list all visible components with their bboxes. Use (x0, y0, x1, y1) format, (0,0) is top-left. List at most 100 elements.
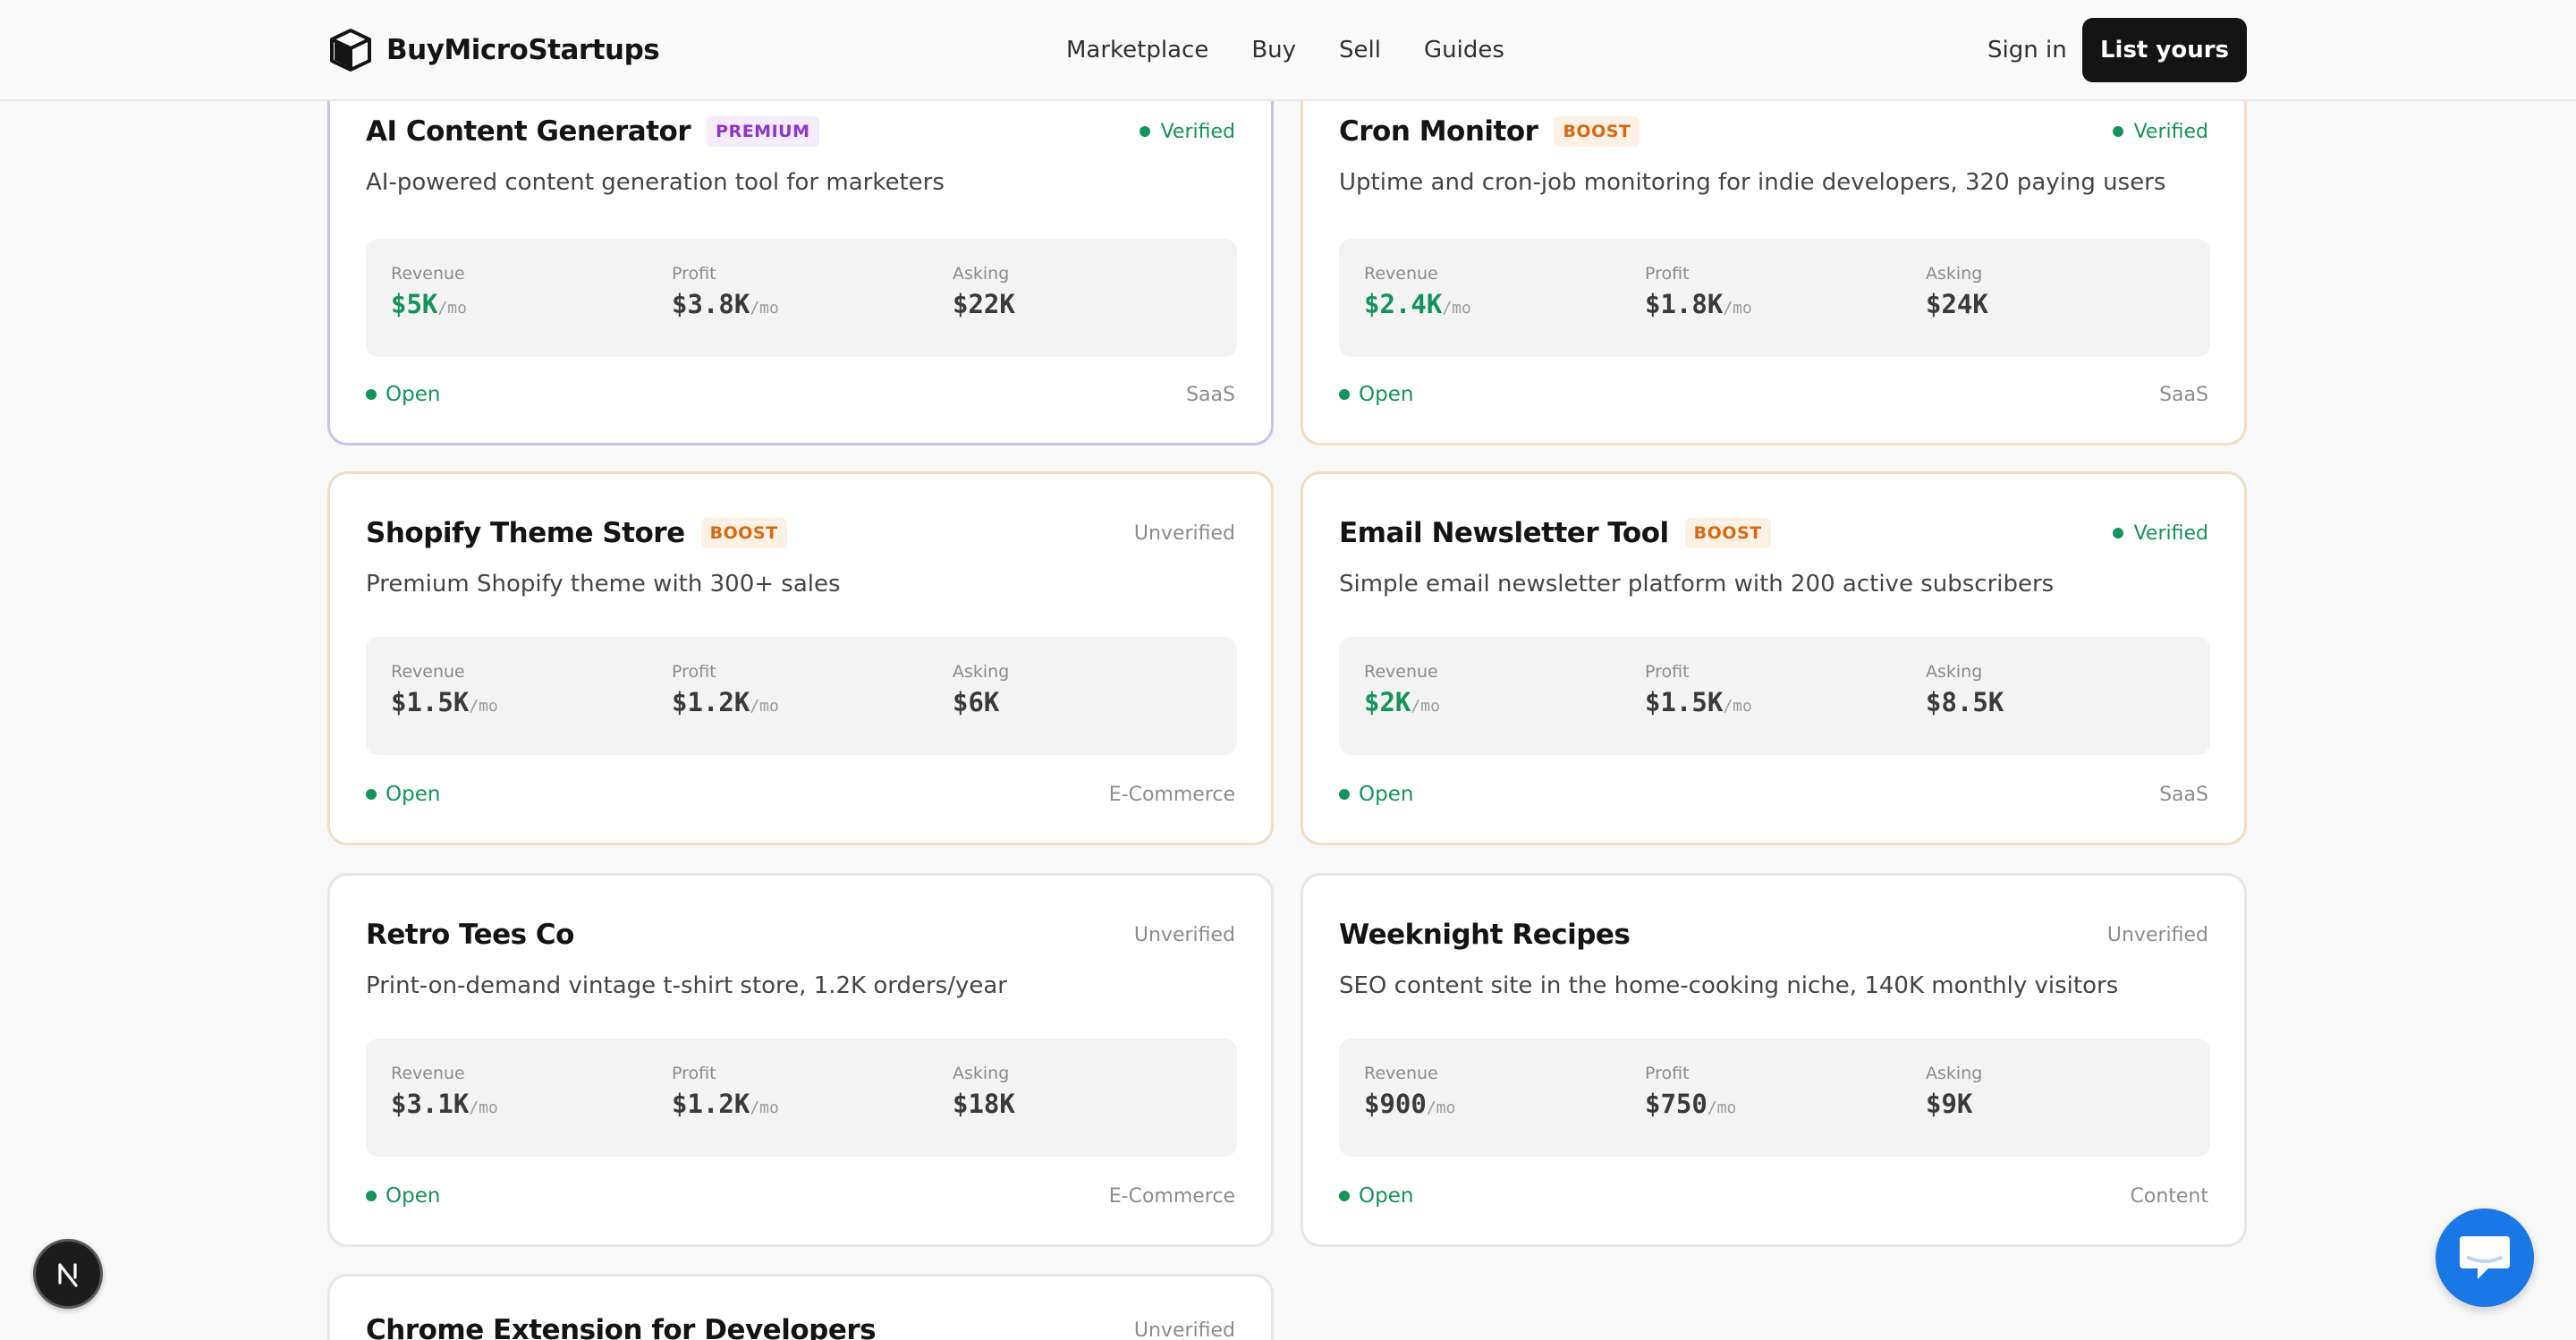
verified-status: Verified (1139, 121, 1235, 143)
revenue-label: Revenue (1364, 264, 1438, 284)
status-dot-icon (366, 389, 377, 400)
brand-link[interactable]: BuyMicroStartups (327, 27, 660, 73)
per-month-unit: /mo (1723, 697, 1752, 716)
asking-value: $24K (1926, 289, 1988, 319)
unverified-status: Unverified (2106, 923, 2208, 946)
chat-bubble-icon[interactable] (2436, 1209, 2534, 1307)
main-nav: Marketplace Buy Sell Guides (1066, 32, 1504, 68)
cube-logo-icon (330, 29, 371, 72)
profit-label: Profit (672, 1064, 716, 1083)
revenue-metric: Revenue $900/mo (1364, 1064, 1455, 1119)
revenue-label: Revenue (391, 264, 465, 284)
card-footer: Open SaaS (1339, 380, 2208, 409)
metrics-panel: Revenue $2K/mo Profit $1.5K/mo Asking $8… (1339, 637, 2210, 755)
premium-badge: PREMIUM (707, 116, 819, 147)
profit-amount: $1.8K (1645, 289, 1724, 319)
per-month-unit: /mo (469, 697, 498, 716)
revenue-value: $900/mo (1364, 1089, 1455, 1119)
revenue-label: Revenue (391, 1064, 465, 1083)
listing-title: Shopify Theme Store (366, 517, 685, 549)
asking-value: $6K (953, 687, 1000, 717)
revenue-amount: $1.5K (391, 687, 470, 717)
metrics-panel: Revenue $900/mo Profit $750/mo Asking $9… (1339, 1039, 2210, 1157)
listing-category: E-Commerce (1108, 783, 1235, 806)
card-header: Email Newsletter Tool BOOST Verified (1339, 515, 2208, 551)
listing-status: Open (1339, 383, 1413, 406)
listing-card[interactable]: AI Content Generator PREMIUM Verified AI… (327, 70, 1274, 445)
profit-label: Profit (672, 662, 716, 682)
profit-label: Profit (672, 264, 716, 284)
profit-metric: Profit $1.8K/mo (1645, 264, 1752, 319)
listing-card[interactable]: Cron Monitor BOOST Verified Uptime and c… (1301, 70, 2247, 445)
status-dot-icon (366, 789, 377, 800)
listing-card[interactable]: Chrome Extension for Developers Unverifi… (327, 1274, 1274, 1340)
asking-value: $9K (1926, 1089, 1973, 1119)
verified-label: Verified (2133, 522, 2208, 545)
nav-sell[interactable]: Sell (1339, 32, 1381, 68)
unverified-status: Unverified (1133, 923, 1235, 946)
card-header: Chrome Extension for Developers Unverifi… (366, 1312, 1235, 1340)
card-header: Cron Monitor BOOST Verified (1339, 114, 2208, 149)
asking-label: Asking (953, 264, 1010, 284)
profit-metric: Profit $750/mo (1645, 1064, 1736, 1119)
verified-dot-icon (1139, 126, 1150, 137)
listing-title: Weeknight Recipes (1339, 919, 1631, 951)
asking-label: Asking (1926, 264, 1983, 284)
listing-card[interactable]: Retro Tees Co Unverified Print-on-demand… (327, 873, 1274, 1247)
card-footer: Open SaaS (366, 380, 1235, 409)
asking-value: $18K (953, 1089, 1015, 1119)
per-month-unit: /mo (1707, 1098, 1737, 1117)
revenue-metric: Revenue $5K/mo (391, 264, 467, 319)
asking-metric: Asking $8.5K (1926, 662, 2004, 717)
site-header: BuyMicroStartups Marketplace Buy Sell Gu… (0, 0, 2576, 101)
per-month-unit: /mo (1442, 299, 1471, 318)
verified-dot-icon (2112, 528, 2123, 539)
card-footer: Open SaaS (1339, 780, 2208, 809)
chat-bubble-glyph-icon (2460, 1236, 2510, 1279)
listing-card[interactable]: Weeknight Recipes Unverified SEO content… (1301, 873, 2247, 1247)
metrics-panel: Revenue $2.4K/mo Profit $1.8K/mo Asking … (1339, 239, 2210, 357)
per-month-unit: /mo (437, 299, 467, 318)
profit-metric: Profit $3.8K/mo (672, 264, 779, 319)
sign-in-link[interactable]: Sign in (1987, 32, 2067, 68)
nav-marketplace[interactable]: Marketplace (1066, 32, 1208, 68)
revenue-value: $2.4K/mo (1364, 289, 1471, 319)
per-month-unit: /mo (750, 697, 779, 716)
status-dot-icon (366, 1191, 377, 1201)
revenue-metric: Revenue $3.1K/mo (391, 1064, 498, 1119)
metrics-panel: Revenue $1.5K/mo Profit $1.2K/mo Asking … (366, 637, 1237, 755)
revenue-amount: $900 (1364, 1089, 1427, 1119)
status-label: Open (1359, 1184, 1414, 1208)
asking-label: Asking (1926, 1064, 1983, 1083)
next-n-icon[interactable] (33, 1239, 103, 1309)
metrics-panel: Revenue $5K/mo Profit $3.8K/mo Asking $2… (366, 239, 1237, 357)
listing-category: SaaS (1186, 383, 1235, 406)
listing-description: AI-powered content generation tool for m… (366, 169, 945, 196)
profit-value: $1.2K/mo (672, 1089, 779, 1119)
listing-card[interactable]: Shopify Theme Store BOOST Unverified Pre… (327, 471, 1274, 845)
listing-title: Chrome Extension for Developers (366, 1314, 877, 1340)
nav-guides[interactable]: Guides (1424, 32, 1504, 68)
profit-amount: $3.8K (672, 289, 750, 319)
list-yours-button[interactable]: List yours (2082, 18, 2247, 82)
listing-description: Simple email newsletter platform with 20… (1339, 571, 2055, 598)
verified-status: Verified (2112, 522, 2208, 545)
profit-metric: Profit $1.2K/mo (672, 1064, 779, 1119)
revenue-amount: $2K (1364, 687, 1411, 717)
profit-value: $1.5K/mo (1645, 687, 1752, 717)
listing-status: Open (366, 383, 440, 406)
per-month-unit: /mo (469, 1098, 498, 1117)
profit-value: $1.8K/mo (1645, 289, 1752, 319)
revenue-amount: $2.4K (1364, 289, 1443, 319)
revenue-metric: Revenue $2K/mo (1364, 662, 1440, 717)
asking-metric: Asking $22K (953, 264, 1015, 319)
nav-buy[interactable]: Buy (1251, 32, 1296, 68)
revenue-metric: Revenue $2.4K/mo (1364, 264, 1471, 319)
brand-name: BuyMicroStartups (386, 34, 660, 66)
revenue-label: Revenue (1364, 662, 1438, 682)
listing-status: Open (1339, 1184, 1413, 1208)
profit-value: $750/mo (1645, 1089, 1736, 1119)
listing-card[interactable]: Email Newsletter Tool BOOST Verified Sim… (1301, 471, 2247, 845)
profit-amount: $750 (1645, 1089, 1707, 1119)
boost-badge: BOOST (1684, 518, 1771, 548)
